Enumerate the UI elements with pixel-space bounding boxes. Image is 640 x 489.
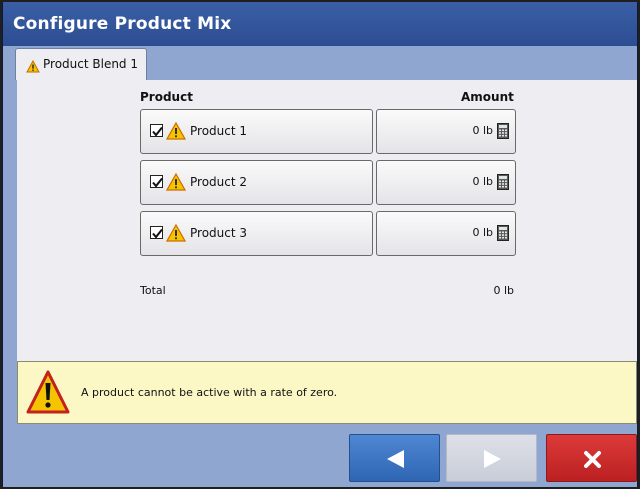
close-button[interactable] [546,434,637,482]
product-name: Product 3 [190,226,248,240]
product-name: Product 2 [190,175,248,189]
window-title: Configure Product Mix [13,14,232,34]
product-name: Product 1 [190,124,248,138]
calculator-icon [497,123,509,143]
arrow-right-icon [484,450,501,468]
total-label: Total [140,284,166,297]
warning-banner: A product cannot be active with a rate o… [17,361,637,424]
product-2-checkbox[interactable] [150,175,163,188]
product-2-button[interactable]: Product 2 [140,160,373,205]
product-1-button[interactable]: Product 1 [140,109,373,154]
product-2-amount-button[interactable]: 0 lb [376,160,516,205]
warning-icon [26,58,40,77]
product-3-checkbox[interactable] [150,226,163,239]
product-1-amount-button[interactable]: 0 lb [376,109,516,154]
warning-icon [165,172,187,195]
column-header-amount: Amount [461,90,514,104]
product-3-amount-button[interactable]: 0 lb [376,211,516,256]
title-bar: Configure Product Mix [3,2,637,46]
arrow-left-icon [387,450,404,468]
calculator-icon [497,174,509,194]
amount-value: 0 lb [472,226,493,239]
check-icon [152,228,163,239]
app-window: Configure Product Mix Product Blend 1 Pr… [2,2,638,487]
calculator-icon [497,225,509,245]
next-button[interactable] [446,434,537,482]
amount-value: 0 lb [472,175,493,188]
product-3-button[interactable]: Product 3 [140,211,373,256]
product-1-checkbox[interactable] [150,124,163,137]
check-icon [152,177,163,188]
product-mix-panel: Product Amount Product 1 0 lb Product 2 … [17,80,637,363]
warning-icon [165,223,187,246]
back-button[interactable] [349,434,440,482]
check-icon [152,126,163,137]
warning-icon [165,121,187,144]
total-value: 0 lb [493,284,514,297]
close-icon [584,451,601,468]
warning-icon [26,369,70,419]
column-header-product: Product [140,90,193,104]
warning-message: A product cannot be active with a rate o… [81,386,338,399]
tab-product-blend-1[interactable]: Product Blend 1 [15,48,147,80]
tab-label: Product Blend 1 [43,57,138,71]
amount-value: 0 lb [472,124,493,137]
